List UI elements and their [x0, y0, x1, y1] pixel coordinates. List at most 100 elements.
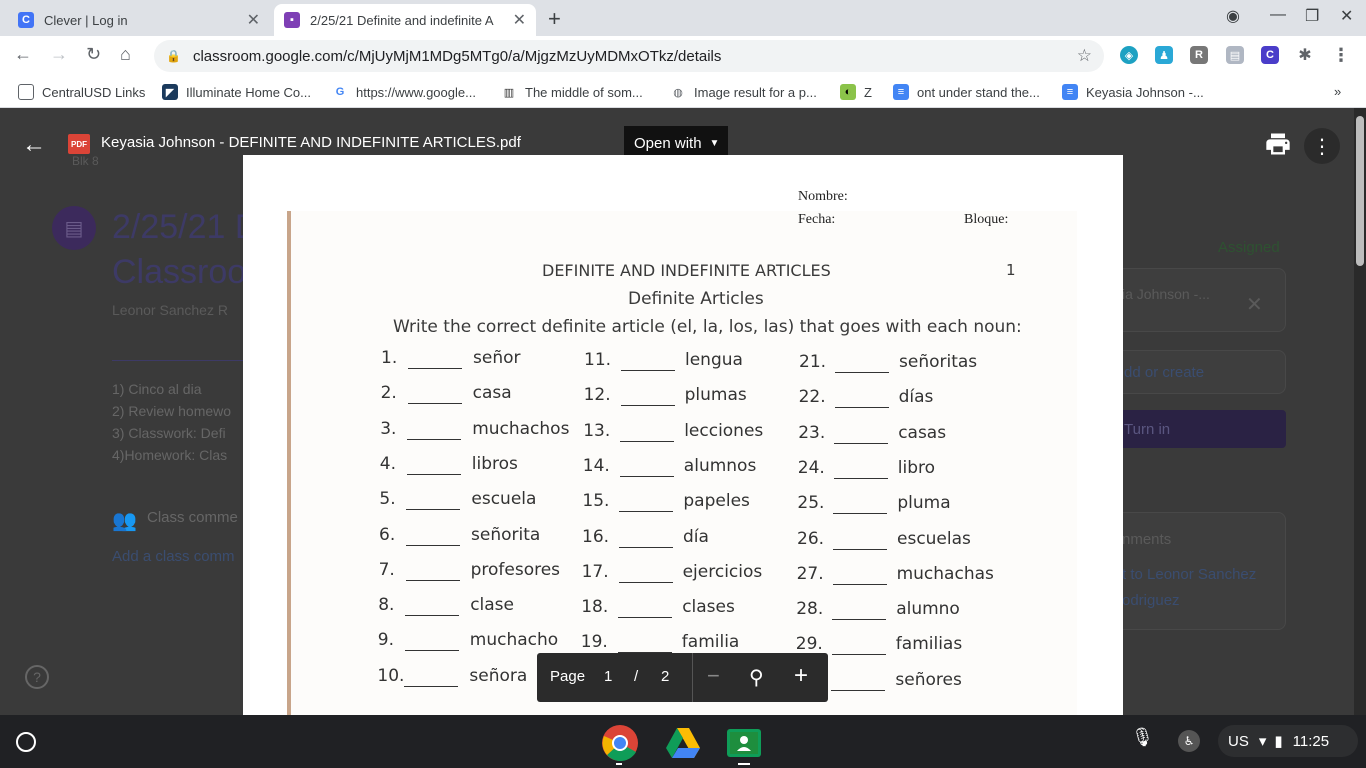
new-tab-icon[interactable]: +: [548, 6, 561, 32]
back-icon[interactable]: ←: [14, 44, 32, 65]
remove-attachment-icon[interactable]: ✕: [1246, 292, 1263, 317]
extension-icon[interactable]: R: [1190, 46, 1208, 64]
battery-icon: ▮: [1274, 733, 1283, 750]
zoom-out-icon[interactable]: −: [707, 663, 720, 689]
extension-icon[interactable]: C: [1261, 46, 1279, 64]
extension-icon[interactable]: ♟: [1155, 46, 1173, 64]
bookmark-item[interactable]: ◤ Illuminate Home Co...: [162, 84, 311, 100]
browser-toolbar: ← → ↻ ⌂ 🔒 classroom.google.com/c/MjUyMjM…: [0, 36, 1366, 76]
exercise-number: 17.: [581, 561, 609, 582]
bookmark-item[interactable]: ◐ Z: [840, 84, 872, 100]
bookmark-item[interactable]: CentralUSD Links: [18, 84, 145, 100]
launcher-icon[interactable]: [16, 732, 36, 752]
more-options-icon[interactable]: ⋮: [1304, 128, 1340, 164]
noun-word: casa: [472, 383, 512, 404]
reload-icon[interactable]: ↻: [86, 44, 101, 65]
tab-search-icon[interactable]: ◉: [1226, 6, 1240, 26]
answer-blank: [405, 579, 460, 581]
exercise-number: 5.: [379, 489, 396, 510]
page-scrollbar[interactable]: [1354, 108, 1366, 715]
people-icon: 👥: [112, 510, 137, 532]
tab-clever[interactable]: C Clever | Log in ✕: [8, 4, 270, 36]
google-drive-icon[interactable]: [664, 724, 702, 762]
chrome-menu-icon[interactable]: ⋮: [1332, 45, 1350, 65]
folder-icon: [18, 84, 34, 100]
extension-icon[interactable]: ◈: [1120, 46, 1138, 64]
bookmarks-overflow-icon[interactable]: »: [1334, 84, 1341, 99]
help-icon[interactable]: ?: [25, 665, 49, 689]
answer-blank: [618, 581, 673, 583]
noun-word: alumnos: [683, 455, 757, 476]
bookmark-item[interactable]: ≡ ont under stand the...: [893, 84, 1040, 100]
zoom-in-icon[interactable]: +: [794, 662, 808, 690]
wifi-icon: ▾: [1258, 733, 1267, 750]
exercise-number: 10.: [377, 665, 405, 686]
reading-list-icon[interactable]: ▤: [1226, 46, 1244, 64]
forward-icon[interactable]: →: [50, 44, 68, 65]
noun-word: profesores: [470, 559, 561, 580]
system-tray[interactable]: US ▾ ▮ 11:25: [1218, 725, 1358, 757]
close-tab-icon[interactable]: ✕: [513, 10, 526, 30]
add-private-comment-link[interactable]: t to Leonor Sanchez: [1122, 566, 1256, 583]
answer-blank: [621, 370, 675, 371]
illuminate-icon: ◤: [162, 84, 178, 100]
noun-word: casas: [898, 422, 947, 443]
exercise-number: 6.: [379, 524, 396, 545]
extensions-puzzle-icon[interactable]: ✱: [1296, 46, 1314, 64]
print-icon[interactable]: [1264, 130, 1292, 158]
noun-word: señor: [473, 348, 521, 368]
bookmark-item[interactable]: ▥ The middle of som...: [501, 84, 643, 100]
status-badge: Assigned: [1218, 239, 1280, 256]
bookmark-item[interactable]: ≡ Keyasia Johnson -...: [1062, 84, 1204, 100]
google-classroom-icon[interactable]: [725, 724, 763, 762]
home-icon[interactable]: ⌂: [120, 44, 131, 65]
fecha-label: Fecha:: [798, 212, 836, 227]
answer-blank: [619, 475, 674, 477]
close-window-icon[interactable]: ✕: [1340, 6, 1353, 26]
add-class-comment-link[interactable]: Add a class comm: [112, 548, 235, 565]
total-pages: 2: [661, 668, 670, 685]
tab-title: 2/25/21 Definite and indefinite A: [310, 12, 494, 28]
scrollbar-thumb[interactable]: [1356, 116, 1364, 266]
chrome-app-icon[interactable]: [601, 724, 639, 762]
google-icon: G: [335, 86, 345, 98]
answer-blank: [405, 615, 460, 617]
bookmark-item[interactable]: Ghttps://www.google...: [332, 84, 476, 100]
keyboard-locale: US: [1228, 732, 1249, 750]
noun-word: muchacho: [469, 630, 559, 651]
open-with-label: Open with: [634, 134, 702, 152]
answer-blank: [834, 407, 889, 409]
chevron-down-icon: ▼: [709, 137, 720, 149]
answer-blank: [407, 403, 462, 405]
exercise-row: 7. profesores 17. ejercicios 27. muchachas: [243, 560, 1123, 590]
add-private-comment-link-line2[interactable]: odriguez: [1122, 592, 1180, 609]
answer-blank: [619, 546, 673, 548]
current-page[interactable]: 1: [604, 668, 612, 685]
restore-icon[interactable]: ❐: [1305, 6, 1319, 26]
agenda-item: 2) Review homewo: [112, 403, 232, 419]
chromeos-shelf: 🎙 ♿ US ▾ ▮ 11:25: [0, 715, 1366, 768]
exercise-number: 11.: [584, 350, 612, 370]
exercise-number: 15.: [582, 491, 610, 512]
bookmark-item[interactable]: ◍ Image result for a p...: [670, 84, 817, 100]
microphone-icon[interactable]: 🎙: [1131, 727, 1154, 748]
close-viewer-back-icon[interactable]: ←: [22, 131, 46, 159]
accessibility-icon[interactable]: ♿: [1178, 730, 1200, 752]
close-tab-icon[interactable]: ✕: [247, 10, 260, 30]
exercise-number: 24.: [797, 457, 825, 478]
exercise-number: 19.: [580, 632, 608, 653]
address-bar[interactable]: 🔒 classroom.google.com/c/MjUyMjM1MDg5MTg…: [154, 40, 1104, 72]
answer-blank: [619, 511, 674, 513]
answer-blank: [833, 513, 888, 515]
answer-blank: [618, 617, 673, 619]
noun-word: señorita: [471, 524, 541, 545]
answer-blank: [407, 438, 462, 440]
noun-word: papeles: [683, 491, 750, 512]
minimize-icon[interactable]: —: [1270, 6, 1286, 24]
exercise-number: 13.: [583, 420, 611, 441]
noun-word: libros: [471, 453, 518, 474]
tab-classroom[interactable]: ▪ 2/25/21 Definite and indefinite A ✕: [274, 4, 536, 36]
bookmark-star-icon[interactable]: ☆: [1077, 46, 1092, 66]
noun-word: familia: [681, 632, 740, 653]
add-or-create-label: dd or create: [1124, 364, 1205, 381]
